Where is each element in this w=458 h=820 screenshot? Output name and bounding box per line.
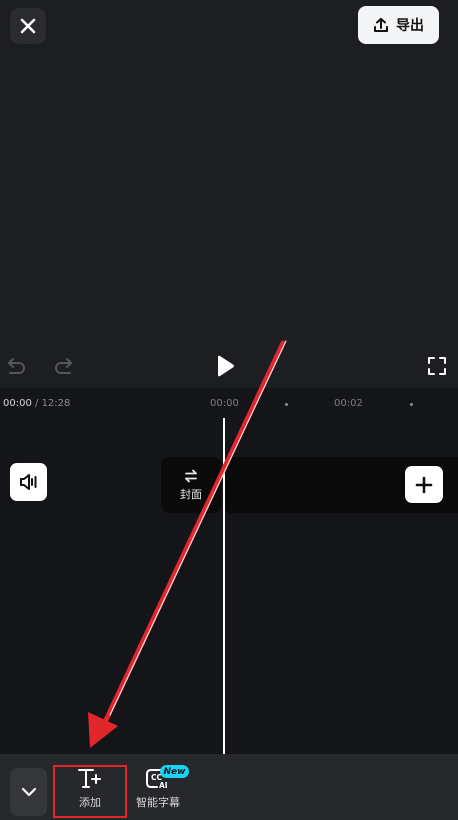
time-separator: / [31, 398, 42, 409]
svg-text:AI: AI [159, 781, 168, 790]
tick-label: 00:02 [334, 398, 363, 409]
new-badge: New [160, 765, 189, 778]
tick-dot [285, 403, 288, 406]
auto-caption-label: 智能字幕 [136, 796, 180, 809]
cover-button[interactable]: 封面 [161, 457, 221, 513]
cover-label: 封面 [180, 487, 202, 501]
current-time: 00:00 [3, 398, 32, 409]
play-button[interactable] [212, 353, 238, 379]
video-preview[interactable]: 导出 [0, 0, 458, 388]
export-button[interactable]: 导出 [358, 6, 439, 44]
redo-button[interactable] [52, 354, 76, 378]
undo-icon [8, 358, 25, 374]
playback-controls [0, 348, 458, 384]
tick-dot [410, 403, 413, 406]
undo-button[interactable] [4, 354, 28, 378]
timeline[interactable]: 00:00 / 12:28 00:00 00:02 封面 [0, 388, 458, 754]
total-time: 12:28 [41, 398, 71, 409]
collapse-button[interactable] [10, 768, 47, 816]
playhead[interactable] [223, 418, 225, 754]
audio-button[interactable] [10, 463, 47, 501]
plus-icon [415, 476, 433, 493]
export-label: 导出 [396, 18, 424, 34]
redo-icon [55, 358, 72, 374]
time-readout: 00:00 / 12:28 [3, 398, 70, 409]
highlight-box [53, 765, 127, 818]
add-clip-button[interactable] [405, 466, 443, 503]
fullscreen-button[interactable] [425, 354, 449, 378]
close-button[interactable] [10, 8, 46, 44]
chevron-down-icon [21, 787, 36, 797]
tick-label: 00:00 [210, 398, 239, 409]
upload-icon [374, 17, 388, 32]
close-icon [20, 18, 36, 34]
fullscreen-icon [428, 357, 446, 375]
play-icon [218, 355, 234, 377]
speaker-icon [19, 474, 36, 490]
swap-icon [185, 469, 197, 482]
